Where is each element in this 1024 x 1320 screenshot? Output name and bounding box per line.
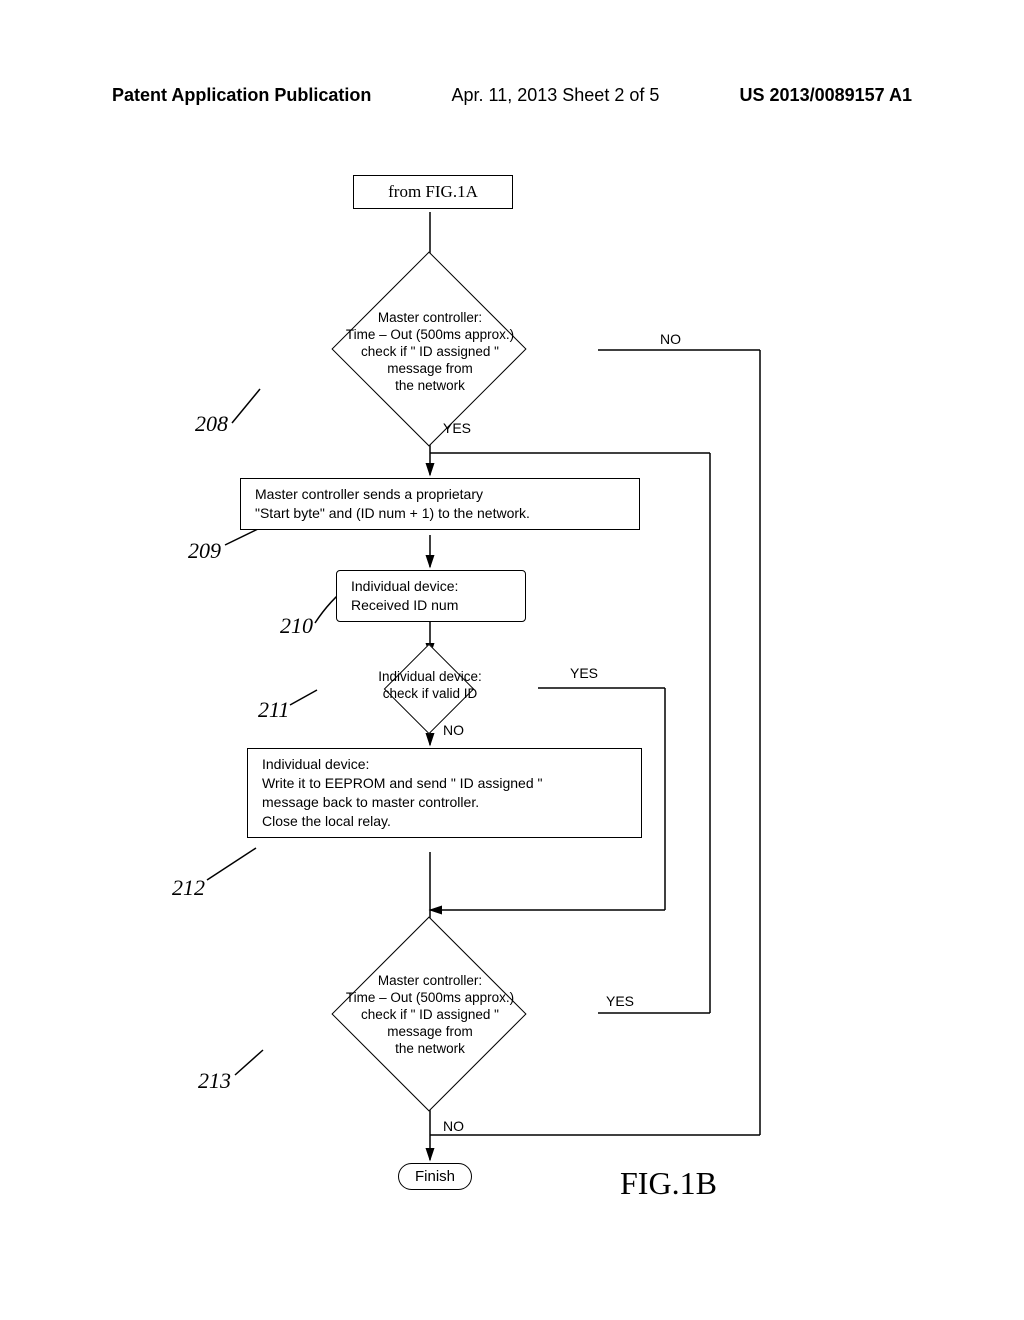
decision-211-text: Individual device: check if valid ID (346, 669, 514, 703)
header-right: US 2013/0089157 A1 (740, 85, 912, 106)
d208-line2: Time – Out (500ms approx.) (346, 327, 514, 342)
p212-line2: Write it to EEPROM and send " ID assigne… (262, 775, 542, 791)
d208-line4: message from (387, 361, 473, 376)
d208-line5: the network (395, 378, 465, 393)
d213-line4: message from (387, 1024, 473, 1039)
header-left: Patent Application Publication (112, 85, 371, 106)
d208-line1: Master controller: (378, 310, 482, 325)
process-209: Master controller sends a proprietary "S… (240, 478, 640, 530)
ref-213: 213 (198, 1068, 231, 1094)
label-211-yes: YES (570, 665, 598, 681)
terminal-finish-text: Finish (415, 1168, 455, 1185)
d211-line1: Individual device: (378, 669, 482, 684)
process-210: Individual device: Received ID num (336, 570, 526, 622)
p210-line2: Received ID num (351, 597, 458, 613)
p209-line2: "Start byte" and (ID num + 1) to the net… (255, 505, 530, 521)
d213-line5: the network (395, 1041, 465, 1056)
p212-line4: Close the local relay. (262, 813, 391, 829)
ref-209: 209 (188, 538, 221, 564)
connector-from-text: from FIG.1A (388, 182, 478, 201)
d213-line2: Time – Out (500ms approx.) (346, 990, 514, 1005)
ref-208: 208 (195, 411, 228, 437)
flowchart-diagram: from FIG.1A Master controller: Time – Ou… (0, 145, 1024, 1245)
p209-line1: Master controller sends a proprietary (255, 486, 483, 502)
figure-label: FIG.1B (620, 1165, 717, 1202)
ref-210: 210 (280, 613, 313, 639)
ref-212: 212 (172, 875, 205, 901)
process-212: Individual device: Write it to EEPROM an… (247, 748, 642, 838)
connector-from-box: from FIG.1A (353, 175, 513, 209)
p212-line1: Individual device: (262, 756, 369, 772)
p212-line3: message back to master controller. (262, 794, 479, 810)
d211-line2: check if valid ID (383, 686, 478, 701)
d213-line3: check if " ID assigned " (361, 1007, 499, 1022)
decision-208-text: Master controller: Time – Out (500ms app… (300, 310, 560, 394)
label-213-no: NO (443, 1118, 464, 1134)
terminal-finish: Finish (398, 1163, 472, 1190)
p210-line1: Individual device: (351, 578, 458, 594)
label-208-no: NO (660, 331, 681, 347)
decision-213-text: Master controller: Time – Out (500ms app… (300, 973, 560, 1057)
header-center: Apr. 11, 2013 Sheet 2 of 5 (452, 85, 660, 106)
d213-line1: Master controller: (378, 973, 482, 988)
ref-211: 211 (258, 697, 289, 723)
label-211-no: NO (443, 722, 464, 738)
label-213-yes: YES (606, 993, 634, 1009)
label-208-yes: YES (443, 420, 471, 436)
d208-line3: check if " ID assigned " (361, 344, 499, 359)
